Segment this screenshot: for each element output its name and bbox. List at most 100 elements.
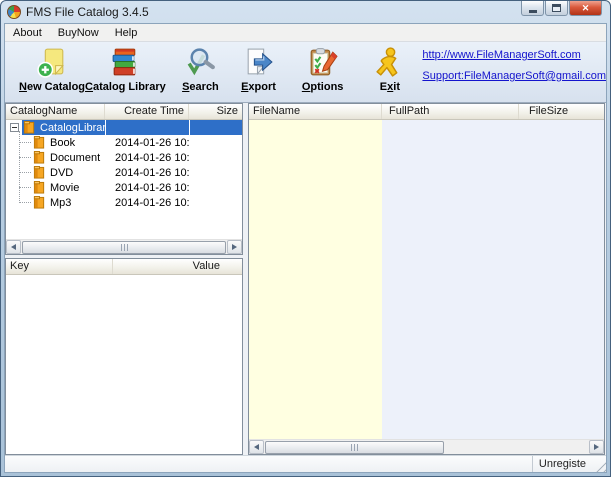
tree-row-cataloglibrary[interactable]: CatalogLibrary [6, 120, 242, 135]
folder-icon [23, 121, 35, 134]
exit-label: Exit [379, 81, 400, 93]
register-status: Unregiste [531, 456, 592, 472]
search-button[interactable]: Search [180, 42, 221, 93]
export-icon [247, 48, 273, 76]
close-icon: ✕ [581, 2, 590, 13]
folder-icon [33, 196, 45, 209]
catalog-library-label: Catalog Library [85, 81, 166, 93]
file-list-panel: FileName FullPath FileSize [248, 103, 605, 455]
tree-cell-size [189, 195, 242, 210]
filename-column-area [249, 120, 382, 439]
tree-node-label: CatalogLibrary [40, 121, 105, 134]
tree-node-label: Mp3 [50, 196, 72, 209]
website-link[interactable]: http://www.FileManagerSoft.com [422, 49, 606, 61]
options-label: Options [301, 81, 344, 93]
tree-horizontal-scrollbar[interactable] [6, 239, 242, 254]
folder-icon [33, 166, 45, 179]
options-button[interactable]: Options [301, 42, 344, 93]
properties-body [6, 275, 242, 454]
toolbar-links: http://www.FileManagerSoft.com Support:F… [422, 42, 606, 82]
tree-cell-createtime: 2014-01-26 10:16... [115, 181, 189, 194]
folder-icon [33, 136, 45, 149]
menu-buynow[interactable]: BuyNow [50, 25, 107, 41]
catalog-tree-header: CatalogName Create Time Size [6, 104, 242, 120]
column-header-value[interactable]: Value [113, 259, 242, 274]
tree-cell-createtime: 2014-01-26 10:16... [115, 196, 189, 209]
export-button[interactable]: Export [239, 42, 278, 93]
column-header-key[interactable]: Key [6, 259, 113, 274]
column-header-createtime[interactable]: Create Time [105, 104, 189, 119]
new-catalog-icon [36, 48, 64, 78]
window-controls: ✕ [521, 1, 602, 16]
main-area: CatalogName Create Time Size CatalogLibr… [5, 103, 606, 455]
close-button[interactable]: ✕ [569, 1, 602, 16]
options-icon [310, 48, 338, 76]
tree-row-book[interactable]: Book 2014-01-26 10:16... [6, 135, 242, 150]
tree-row-movie[interactable]: Movie 2014-01-26 10:16... [6, 180, 242, 195]
fullpath-column-area [382, 120, 604, 439]
tree-cell-size [189, 135, 242, 150]
minimize-icon [528, 9, 537, 13]
tree-node-label: Book [50, 136, 76, 149]
arrow-left-icon [11, 244, 16, 250]
column-header-fullpath[interactable]: FullPath [382, 104, 519, 119]
window-title: FMS File Catalog 3.4.5 [26, 4, 149, 19]
tree-cell-size [189, 180, 242, 195]
app-window: FMS File Catalog 3.4.5 ✕ About BuyNow He… [0, 0, 611, 477]
tree-cell-createtime: 2014-01-26 10:16... [115, 136, 189, 149]
arrow-right-icon [232, 244, 237, 250]
folder-icon [33, 151, 45, 164]
exit-button[interactable]: Exit [373, 42, 406, 93]
column-header-filesize[interactable]: FileSize [519, 104, 604, 119]
exit-icon [376, 47, 398, 77]
folder-icon [33, 181, 45, 194]
tree-row-document[interactable]: Document 2014-01-26 10:16... [6, 150, 242, 165]
scroll-right-button[interactable] [589, 440, 604, 454]
scroll-left-button[interactable] [6, 240, 21, 254]
scroll-right-button[interactable] [227, 240, 242, 254]
column-header-size[interactable]: Size [189, 104, 242, 119]
scrollbar-thumb[interactable] [265, 440, 444, 454]
scroll-left-button[interactable] [249, 440, 264, 454]
scrollbar-thumb[interactable] [22, 240, 226, 254]
catalog-library-button[interactable]: Catalog Library [85, 42, 166, 93]
file-list-body [249, 120, 604, 439]
title-bar: FMS File Catalog 3.4.5 [1, 1, 610, 22]
menu-bar: About BuyNow Help [5, 24, 606, 42]
tree-cell-size [189, 165, 242, 180]
tree-cell-size [189, 150, 242, 165]
catalog-tree-body: CatalogLibrary Book 2014-01-26 10 Docume… [6, 120, 242, 239]
tree-cell-createtime: 2014-01-26 10:16... [115, 166, 189, 179]
minimize-button[interactable] [521, 1, 544, 16]
file-list-horizontal-scrollbar[interactable] [249, 439, 604, 454]
left-column: CatalogName Create Time Size CatalogLibr… [5, 103, 243, 455]
column-header-catalogname[interactable]: CatalogName [6, 104, 105, 119]
column-header-filename[interactable]: FileName [249, 104, 382, 119]
status-bar: Unregiste [5, 455, 606, 472]
tree-children: Book 2014-01-26 10:16... Document [6, 131, 242, 210]
tree-row-dvd[interactable]: DVD 2014-01-26 10:16... [6, 165, 242, 180]
tree-cell-createtime [105, 120, 189, 135]
new-catalog-button[interactable]: New Catalog [19, 42, 85, 93]
catalog-tree-panel: CatalogName Create Time Size CatalogLibr… [5, 103, 243, 255]
tree-cell-size [189, 120, 242, 135]
search-label: Search [182, 81, 219, 93]
menu-about[interactable]: About [5, 25, 50, 41]
resize-grip-icon[interactable] [592, 458, 606, 472]
catalog-library-icon [112, 48, 136, 76]
maximize-button[interactable] [545, 1, 568, 16]
tree-node-label: Document [50, 151, 101, 164]
maximize-icon [552, 4, 561, 12]
search-icon [187, 48, 215, 76]
tree-row-mp3[interactable]: Mp3 2014-01-26 10:16... [6, 195, 242, 210]
properties-header: Key Value [6, 259, 242, 275]
menu-help[interactable]: Help [107, 25, 146, 41]
tree-cell-createtime: 2014-01-26 10:16... [115, 151, 189, 164]
new-catalog-label: New Catalog [19, 81, 86, 93]
toolbar: New Catalog Catalog Library Search Expor… [5, 42, 606, 103]
client-area: About BuyNow Help New Catalog Catalog Li… [4, 23, 607, 473]
tree-node-label: DVD [50, 166, 74, 179]
support-email-link[interactable]: Support:FileManagerSoft@gmail.com [422, 70, 606, 82]
app-icon [7, 4, 21, 19]
arrow-left-icon [254, 444, 259, 450]
